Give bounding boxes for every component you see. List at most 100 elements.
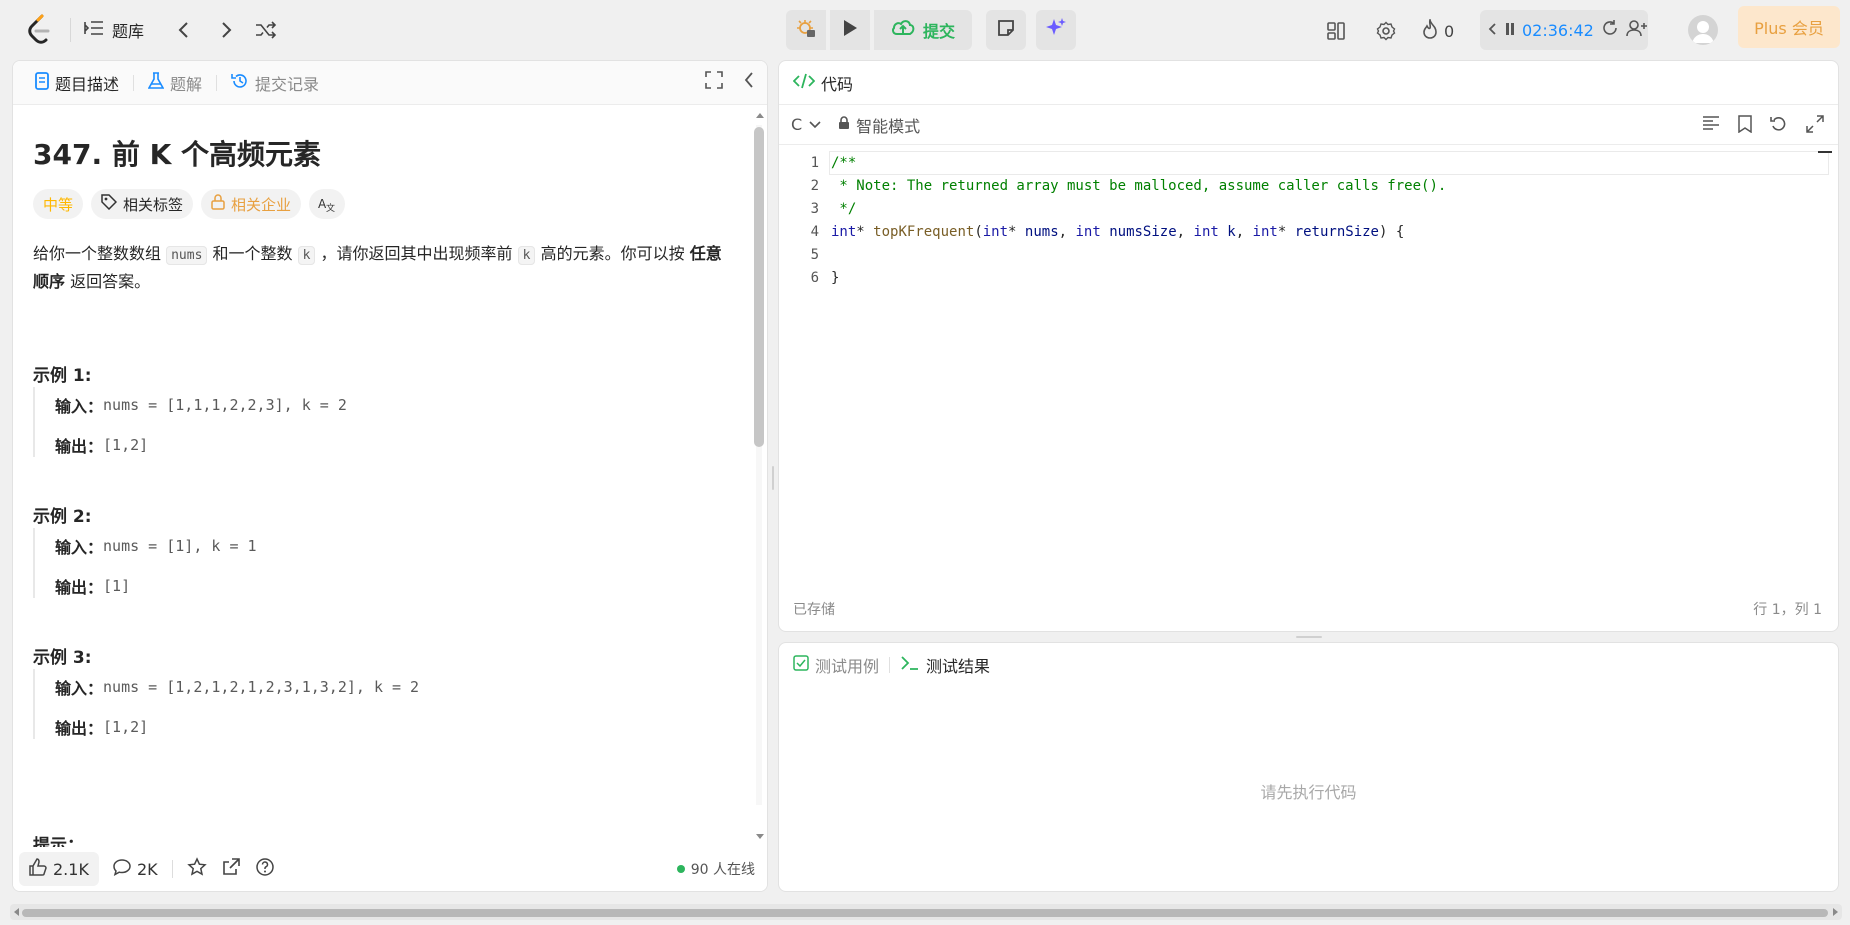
cloud-upload-icon (891, 18, 915, 42)
tab-solutions[interactable]: 题解 (142, 61, 208, 105)
online-dot (676, 865, 685, 873)
code-line: int* topKFrequent(int* nums, int numsSiz… (831, 224, 1405, 240)
document-icon (35, 71, 49, 94)
related-companies-button[interactable]: 相关企业 (201, 189, 302, 219)
run-button[interactable] (830, 10, 870, 50)
line-number: 1 (810, 155, 819, 171)
tab-divider (216, 74, 218, 91)
language-select[interactable]: C (791, 115, 822, 134)
prev-problem-icon[interactable] (172, 18, 196, 42)
undo-icon[interactable] (1770, 115, 1788, 137)
timer: 02:36:42 (1480, 10, 1648, 50)
reset-icon[interactable] (1601, 19, 1619, 41)
terminal-icon (900, 655, 920, 675)
minimap-marker (1818, 151, 1832, 153)
problem-title: 347. 前 K 个高频元素 (33, 138, 322, 171)
tab-description[interactable]: 题目描述 (29, 61, 125, 105)
description-panel: 题目描述 题解 提交记录 347. 前 K 个高频元素 中等 相关标签 相关企业… (12, 60, 768, 892)
leetcode-logo-icon[interactable] (26, 14, 52, 44)
editor-actions (1702, 115, 1824, 137)
panel-actions (705, 71, 755, 93)
code-icon (792, 73, 816, 93)
avatar[interactable] (1688, 15, 1718, 45)
format-icon[interactable] (1702, 115, 1720, 137)
ai-assist-button[interactable] (1036, 10, 1076, 50)
comment-icon (113, 858, 131, 880)
chevron-left-icon[interactable] (1488, 21, 1498, 40)
lock-icon (838, 115, 850, 134)
cursor-position: 行 1，列 1 (1753, 602, 1822, 618)
divider (171, 860, 173, 878)
panel-resize-handle[interactable] (1296, 636, 1322, 638)
current-line-highlight (829, 151, 1829, 175)
tag-icon (101, 194, 118, 214)
example-title: 示例 3: (33, 648, 92, 668)
scrollbar-thumb[interactable] (22, 909, 1828, 917)
difficulty-badge[interactable]: 中等 (33, 189, 84, 219)
code-header: 代码 (779, 61, 1838, 105)
share-icon[interactable] (221, 857, 241, 881)
shuffle-icon[interactable] (254, 18, 278, 42)
hints-title: 提示： (33, 836, 84, 847)
related-tags-button[interactable]: 相关标签 (91, 189, 194, 219)
layout-icon[interactable] (1325, 20, 1347, 42)
line-number: 3 (810, 201, 819, 217)
submit-button[interactable]: 提交 (874, 10, 972, 50)
example-title: 示例 2: (33, 507, 92, 527)
timer-value: 02:36:42 (1522, 20, 1594, 40)
description-scrollbar[interactable] (753, 111, 764, 841)
debug-button[interactable] (786, 10, 826, 50)
tab-submissions[interactable]: 提交记录 (225, 61, 325, 105)
code-line: /** (831, 155, 857, 171)
problem-tags: 中等 相关标签 相关企业 A文 (33, 189, 346, 219)
run-controls: 提交 (786, 10, 1076, 50)
test-panel: 测试用例 测试结果 请先执行代码 (778, 642, 1839, 892)
scrollbar-thumb[interactable] (754, 127, 764, 447)
translate-icon[interactable]: A文 (309, 189, 346, 219)
gear-icon[interactable] (1375, 20, 1397, 42)
play-icon (842, 19, 858, 41)
list-indent-icon (84, 19, 104, 41)
streak-counter[interactable]: 0 (1422, 16, 1468, 43)
star-icon[interactable] (186, 857, 207, 881)
flame-icon (1422, 16, 1438, 43)
add-user-icon[interactable] (1626, 19, 1648, 41)
flask-icon (147, 71, 165, 94)
history-icon (231, 72, 249, 94)
line-number: 5 (810, 247, 819, 263)
example-block: 输入： nums = [1,2,1,2,1,2,3,1,3,2], k = 2 输… (33, 669, 733, 739)
empty-results-message: 请先执行代码 (1260, 783, 1357, 802)
comments-button[interactable]: 2K (113, 858, 158, 880)
expand-icon[interactable] (1806, 115, 1824, 137)
help-icon[interactable] (255, 857, 275, 881)
code-editor[interactable]: 1 2 3 4 5 6 /** * Note: The returned arr… (779, 151, 1838, 581)
sparkle-icon (1045, 17, 1067, 43)
line-number: 4 (810, 224, 819, 240)
tab-divider (889, 657, 891, 673)
divider (70, 18, 71, 42)
tab-test-results[interactable]: 测试结果 (900, 653, 990, 677)
page-horizontal-scrollbar[interactable] (10, 904, 1842, 920)
note-icon (997, 19, 1015, 41)
example-block: 输入： nums = [1], k = 1 输出： [1] (33, 528, 733, 598)
fullscreen-icon[interactable] (705, 71, 723, 93)
description-tabbar: 题目描述 题解 提交记录 (13, 61, 767, 105)
checkbox-icon (793, 655, 809, 675)
problem-list-button[interactable]: 题库 (84, 18, 144, 42)
next-problem-icon[interactable] (214, 18, 238, 42)
panel-resize-handle[interactable] (772, 466, 774, 490)
like-button[interactable]: 2.1K (19, 852, 99, 886)
collapse-icon[interactable] (743, 71, 755, 93)
online-count: 90 人在线 (676, 859, 755, 879)
plus-membership-button[interactable]: Plus 会员 (1738, 6, 1840, 48)
tab-testcases[interactable]: 测试用例 (793, 653, 879, 677)
smart-mode-toggle[interactable]: 智能模式 (838, 113, 920, 137)
line-number: 2 (810, 178, 819, 194)
problem-statement: 给你一个整数数组 nums 和一个整数 k ，请你返回其中出现频率前 k 高的元… (33, 244, 722, 291)
pause-icon[interactable] (1505, 21, 1515, 40)
bookmark-icon[interactable] (1738, 115, 1752, 137)
chevron-down-icon (808, 115, 822, 134)
notes-button[interactable] (986, 10, 1026, 50)
top-nav: 题库 提交 0 02:36:42 Plus 会员 (0, 0, 1850, 60)
line-number: 6 (810, 270, 819, 286)
